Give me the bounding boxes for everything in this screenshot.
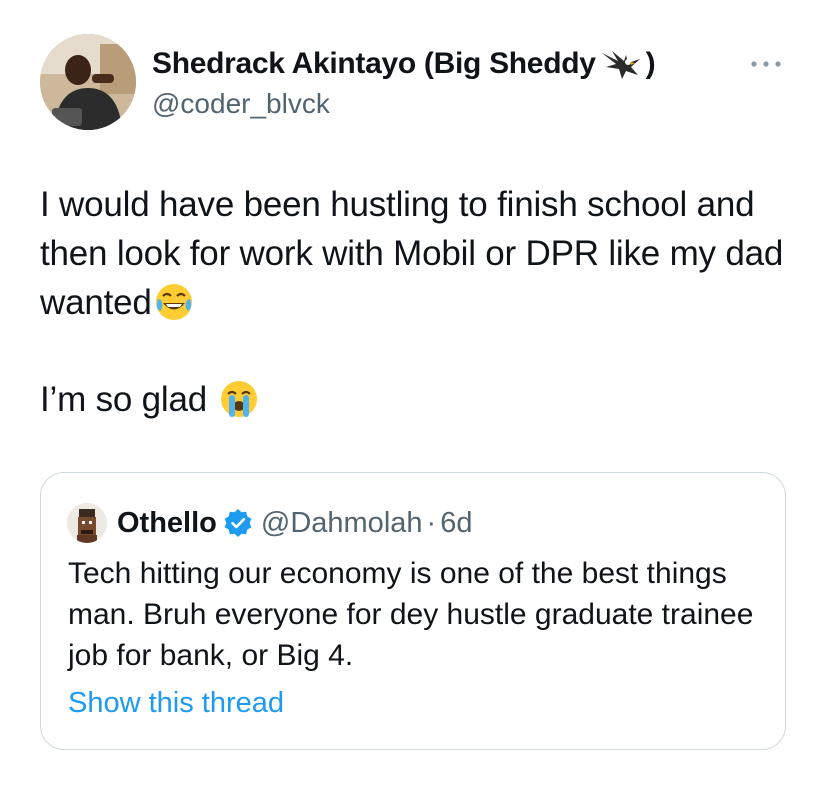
tweet-paragraph-1: I would have been hustling to finish sch… bbox=[40, 180, 800, 327]
quoted-tweet-header: Othello @Dahmolah · 6d bbox=[67, 503, 472, 543]
eagle-icon bbox=[598, 47, 644, 81]
face-with-tears-of-joy-icon bbox=[154, 282, 194, 322]
loudly-crying-face-icon bbox=[219, 379, 259, 419]
tweet-text-line-2: I’m so glad bbox=[40, 380, 208, 419]
verified-badge-icon bbox=[224, 509, 252, 537]
quoted-tweet-text: Tech hitting our economy is one of the b… bbox=[68, 557, 754, 672]
tweet-body: I would have been hustling to finish sch… bbox=[40, 180, 800, 424]
quoted-author-name[interactable]: Othello bbox=[117, 507, 217, 540]
tweet-paragraph-2: I’m so glad bbox=[40, 375, 800, 424]
author-avatar[interactable] bbox=[40, 34, 136, 130]
more-options-icon[interactable] bbox=[746, 54, 786, 74]
author-handle[interactable]: @coder_blvck bbox=[152, 88, 330, 120]
quoted-author-handle[interactable]: @Dahmolah bbox=[261, 507, 423, 540]
quoted-tweet-timestamp[interactable]: 6d bbox=[440, 507, 472, 540]
author-display-name[interactable]: Shedrack Akintayo (Big Sheddy bbox=[152, 47, 596, 81]
quoted-author-avatar[interactable] bbox=[67, 503, 107, 543]
tweet-text-line-1: I would have been hustling to finish sch… bbox=[40, 185, 784, 322]
show-this-thread-link[interactable]: Show this thread bbox=[68, 687, 284, 720]
author-name-row[interactable]: Shedrack Akintayo (Big Sheddy ) bbox=[152, 44, 656, 84]
quoted-tweet-card[interactable]: Othello @Dahmolah · 6d Tech hitting our … bbox=[40, 472, 786, 750]
author-name-suffix: ) bbox=[645, 47, 656, 80]
meta-separator: · bbox=[426, 506, 437, 539]
